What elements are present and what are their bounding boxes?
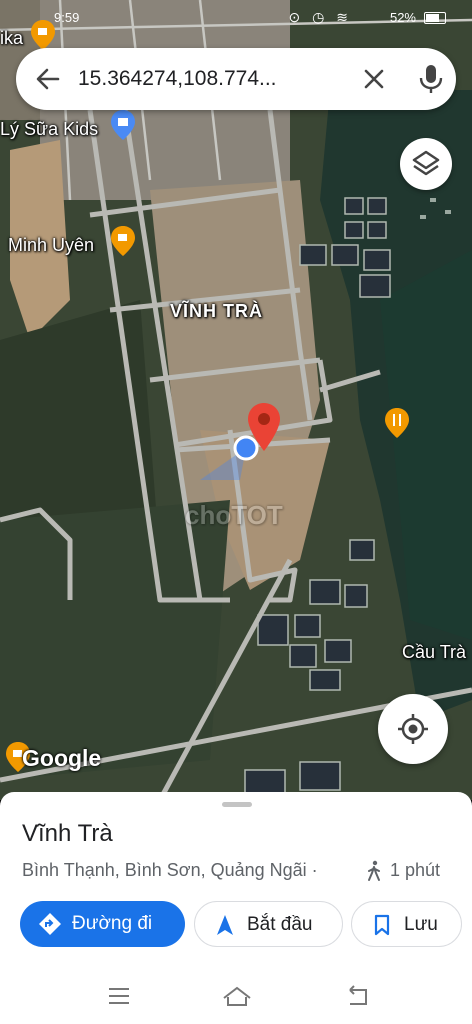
map-label-bridge[interactable]: Cầu Trà bbox=[402, 642, 466, 663]
battery-icon bbox=[424, 12, 446, 24]
place-address: Bình Thạnh, Bình Sơn, Quảng Ngãi · bbox=[22, 860, 318, 880]
directions-icon bbox=[39, 913, 61, 935]
system-nav-bar bbox=[0, 970, 472, 1024]
map-view[interactable]: ika Lý Sữa Kids Minh Uyên VĨNH TRÀ Cầu T… bbox=[0, 0, 472, 800]
crosshair-icon bbox=[398, 714, 428, 744]
layers-icon bbox=[412, 150, 440, 176]
directions-label: Đường đi bbox=[72, 913, 153, 934]
directions-button[interactable]: Đường đi bbox=[20, 901, 185, 947]
back-arrow-icon[interactable] bbox=[34, 65, 62, 93]
walking-icon bbox=[368, 860, 380, 881]
google-logo: Google bbox=[22, 745, 102, 771]
watermark: choTOT bbox=[185, 500, 283, 530]
cafe-poi-icon[interactable] bbox=[111, 226, 135, 256]
map-label-milk-shop[interactable]: Lý Sữa Kids bbox=[0, 119, 98, 140]
place-title: Vĩnh Trà bbox=[22, 820, 113, 847]
menu-icon[interactable] bbox=[106, 984, 132, 1008]
battery-percent: 52% bbox=[389, 10, 416, 25]
navigation-arrow-icon bbox=[217, 915, 233, 935]
shopping-poi-icon[interactable] bbox=[111, 110, 135, 140]
search-query[interactable]: 15.364274,108.774... bbox=[78, 67, 338, 91]
save-label: Lưu bbox=[404, 914, 438, 935]
layers-button[interactable] bbox=[400, 138, 452, 190]
close-icon[interactable] bbox=[360, 65, 388, 93]
bookmark-icon bbox=[374, 914, 390, 936]
place-sheet[interactable]: Vĩnh Trà Bình Thạnh, Bình Sơn, Quảng Ngã… bbox=[0, 792, 472, 1024]
home-icon[interactable] bbox=[222, 984, 252, 1008]
save-button[interactable]: Lưu bbox=[351, 901, 462, 947]
dropped-pin-icon[interactable] bbox=[248, 403, 280, 451]
microphone-icon[interactable] bbox=[416, 63, 446, 95]
start-button[interactable]: Bắt đầu bbox=[194, 901, 343, 947]
status-icons: ⊙ ◷ ≋ bbox=[288, 9, 352, 25]
my-location-button[interactable] bbox=[378, 694, 448, 764]
search-bar[interactable]: 15.364274,108.774... bbox=[16, 48, 456, 110]
start-label: Bắt đầu bbox=[247, 914, 313, 935]
drag-handle[interactable] bbox=[222, 802, 252, 807]
walk-time: 1 phút bbox=[390, 860, 441, 880]
map-label-area: VĨNH TRÀ bbox=[170, 301, 263, 321]
status-time: 9:59 bbox=[54, 10, 80, 25]
restaurant-poi-icon[interactable] bbox=[385, 408, 409, 438]
status-bar: 9:59 ⊙ ◷ ≋ 52% bbox=[0, 0, 472, 36]
map-label-cafe[interactable]: Minh Uyên bbox=[8, 235, 94, 256]
back-icon[interactable] bbox=[346, 984, 372, 1008]
